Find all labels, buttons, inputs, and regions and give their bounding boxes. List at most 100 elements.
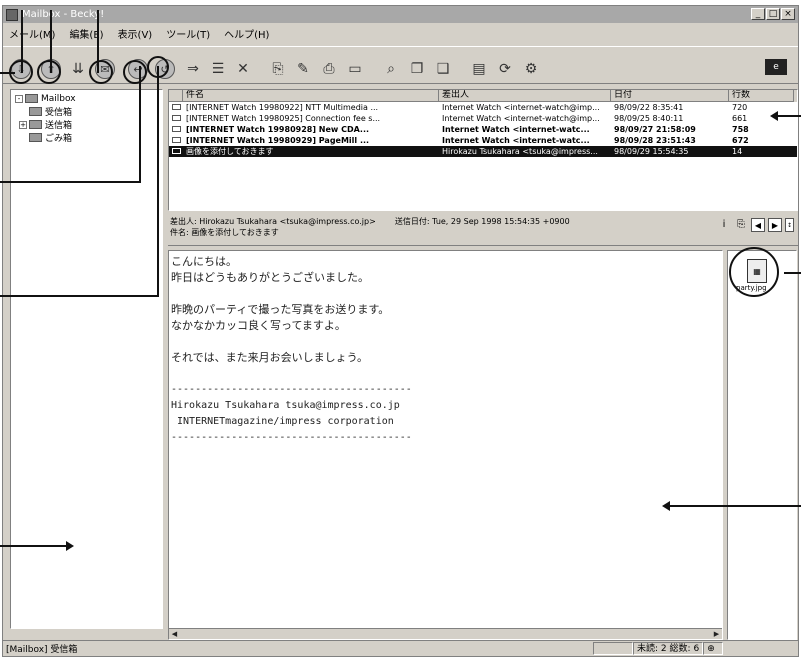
status-unread: 未読: 2 総数: 6 <box>633 642 704 655</box>
attach-icon[interactable]: ⎘ <box>268 59 288 79</box>
delete-icon[interactable]: ✕ <box>233 59 253 79</box>
next-message-icon[interactable]: ▶ <box>768 218 782 232</box>
close-button[interactable]: × <box>781 8 795 20</box>
copy-icon[interactable]: ❐ <box>407 59 427 79</box>
folder-mailbox[interactable]: - Mailbox <box>15 92 158 105</box>
folder-label: ごみ箱 <box>45 134 73 144</box>
connection-icon: ⊕ <box>703 642 724 655</box>
message-date: 98/09/28 23:51:43 <box>614 136 696 145</box>
message-date: 98/09/29 15:54:35 <box>614 147 689 156</box>
menu-view[interactable]: 表示(V) <box>118 26 153 41</box>
message-list[interactable]: 件名 差出人 日付 行数 [INTERNET Watch 19980922] N… <box>168 89 798 211</box>
spin-icon[interactable]: ↕ <box>785 218 794 232</box>
body-line: 昨晩のパーティで撮った写真をお送ります。 <box>171 303 390 316</box>
column-header: 件名 差出人 日付 行数 <box>169 90 797 102</box>
body-line: INTERNETmagazine/impress corporation <box>171 416 394 427</box>
status-folder: [Mailbox] 受信箱 <box>6 645 78 655</box>
col-lines[interactable]: 行数 <box>729 90 794 102</box>
body-line: なかなかカッコ良く写ってますよ。 <box>171 319 346 332</box>
menu-bar: メール(M) 編集(E) 表示(V) ツール(T) ヘルプ(H) <box>3 24 798 42</box>
menu-mail[interactable]: メール(M) <box>9 26 55 41</box>
col-subject[interactable]: 件名 <box>183 90 439 102</box>
paste-icon[interactable]: ❑ <box>433 59 453 79</box>
settings-icon[interactable]: ⚙ <box>521 59 541 79</box>
envelope-icon <box>172 104 181 110</box>
print-icon[interactable]: ⎙ <box>319 59 339 79</box>
message-lines: 661 <box>732 114 748 123</box>
envelope-icon <box>172 137 181 143</box>
message-lines: 14 <box>732 147 743 156</box>
message-row-selected[interactable]: 画像を添付しておきます Hirokazu Tsukahara <tsuka@im… <box>169 146 797 157</box>
scroll-right-icon[interactable]: ▶ <box>711 629 722 639</box>
reply-all-icon[interactable]: ↺ <box>155 59 175 79</box>
attachment-name[interactable]: party.jpg <box>736 284 767 292</box>
collapse-icon[interactable]: - <box>15 94 23 103</box>
message-body[interactable]: こんにちは。 昨日はどうもありがとうございました。 昨晩のパーティで撮った写真を… <box>168 250 723 640</box>
list-icon[interactable]: ☰ <box>208 59 228 79</box>
folder-inbox[interactable]: 受信箱 <box>15 105 158 118</box>
status-bar: [Mailbox] 受信箱 未読: 2 総数: 6 ⊕ <box>3 640 798 656</box>
message-row[interactable]: [INTERNET Watch 19980929] PageMill ... I… <box>169 135 797 146</box>
envelope-icon <box>172 148 181 154</box>
send-icon[interactable]: ⇧ <box>41 59 61 79</box>
message-row[interactable]: [INTERNET Watch 19980925] Connection fee… <box>169 113 797 124</box>
message-row[interactable]: [INTERNET Watch 19980928] New CDA... Int… <box>169 124 797 135</box>
message-subject: [INTERNET Watch 19980928] New CDA... <box>186 125 370 134</box>
mailbox-icon <box>25 94 38 103</box>
message-row[interactable]: [INTERNET Watch 19980922] NTT Multimedia… <box>169 102 797 113</box>
col-from[interactable]: 差出人 <box>439 90 611 102</box>
reply-icon[interactable]: ↩ <box>128 59 148 79</box>
expand-icon[interactable]: + <box>19 120 27 129</box>
menu-help[interactable]: ヘルプ(H) <box>224 26 269 41</box>
folder-trash[interactable]: ごみ箱 <box>15 131 158 144</box>
new-mail-icon[interactable]: ✉ <box>95 59 115 79</box>
message-lines: 672 <box>732 136 749 145</box>
body-line: 昨日はどうもありがとうございました。 <box>171 271 369 284</box>
message-date: 98/09/25 8:40:11 <box>614 114 684 123</box>
sync-icon[interactable]: ⟳ <box>495 59 515 79</box>
clip-icon[interactable]: ⎘ <box>734 218 748 232</box>
preview-icon[interactable]: ▭ <box>345 59 365 79</box>
col-icon[interactable] <box>169 90 183 102</box>
window-title: Mailbox - Becky! <box>22 9 105 20</box>
forward-icon[interactable]: ⇒ <box>183 59 203 79</box>
folder-tree[interactable]: - Mailbox 受信箱 + 送信箱 ごみ箱 <box>10 89 163 629</box>
maximize-button[interactable]: □ <box>766 8 780 20</box>
minimize-button[interactable]: _ <box>751 8 765 20</box>
envelope-icon <box>172 126 181 132</box>
message-from: Internet Watch <internet-watc... <box>442 125 590 134</box>
attachment-file-icon[interactable]: ▦ <box>747 259 767 283</box>
address-book-icon[interactable]: ▤ <box>469 59 489 79</box>
menu-tools[interactable]: ツール(T) <box>166 26 210 41</box>
body-line: ---------------------------------------- <box>171 432 412 443</box>
folder-outbox[interactable]: + 送信箱 <box>15 118 158 131</box>
message-from: Hirokazu Tsukahara <tsuka@impress... <box>442 147 598 156</box>
message-date: 98/09/27 21:58:09 <box>614 125 696 134</box>
trash-icon <box>29 133 42 142</box>
body-line: それでは、また来月お会いしましょう。 <box>171 351 369 364</box>
from-label: 差出人: <box>170 217 197 226</box>
menu-edit[interactable]: 編集(E) <box>69 26 103 41</box>
message-subject: [INTERNET Watch 19980925] Connection fee… <box>186 114 381 123</box>
message-header: 差出人: Hirokazu Tsukahara <tsuka@impress.c… <box>168 214 798 246</box>
subject-label: 件名: <box>170 228 189 237</box>
col-date[interactable]: 日付 <box>611 90 729 102</box>
message-subject: 画像を添付しておきます <box>186 147 274 156</box>
body-line <box>171 334 720 350</box>
toolbar: ⇩ ⇧ ⇊ ✉ ↩ ↺ ⇒ ☰ ✕ ⎘ ✎ ⎙ ▭ ⌕ ❐ ❑ ▤ ⟳ ⚙ e <box>3 46 798 84</box>
ie-logo-icon[interactable]: e <box>765 59 787 75</box>
attachment-pane: ▦ party.jpg <box>727 250 797 640</box>
find-icon[interactable]: ⌕ <box>381 59 401 79</box>
outbox-icon <box>29 120 42 129</box>
info-icon[interactable]: ⅰ <box>717 218 731 232</box>
scroll-left-icon[interactable]: ◀ <box>169 629 180 639</box>
edit-icon[interactable]: ✎ <box>293 59 313 79</box>
receive-icon[interactable]: ⇩ <box>11 59 31 79</box>
mail-window: Mailbox - Becky! _ □ × メール(M) 編集(E) 表示(V… <box>2 5 799 657</box>
receive-all-icon[interactable]: ⇊ <box>68 59 88 79</box>
horizontal-scrollbar[interactable]: ◀ ▶ <box>169 628 722 639</box>
message-date: 98/09/22 8:35:41 <box>614 103 684 112</box>
prev-message-icon[interactable]: ◀ <box>751 218 765 232</box>
message-from: Internet Watch <internet-watch@imp... <box>442 103 600 112</box>
date-label: 送信日付: <box>394 217 430 226</box>
